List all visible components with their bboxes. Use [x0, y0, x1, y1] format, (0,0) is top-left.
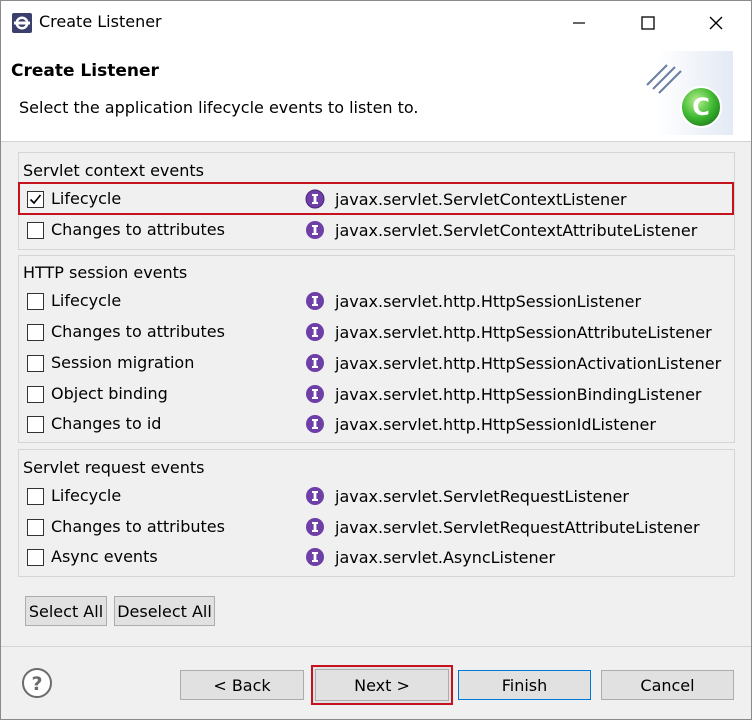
- banner-title: Create Listener: [11, 61, 159, 81]
- banner-description: Select the application lifecycle events …: [19, 98, 419, 117]
- event-row: Lifecycle javax.servlet.http.HttpSession…: [27, 289, 737, 317]
- close-icon: [709, 16, 723, 30]
- minimize-button[interactable]: [556, 1, 602, 45]
- deselect-all-button[interactable]: Deselect All: [114, 596, 215, 626]
- interface-name: javax.servlet.ServletRequestAttributeLis…: [335, 518, 700, 537]
- interface-icon: [306, 385, 324, 403]
- event-row: Changes to attributes javax.servlet.http…: [27, 320, 737, 348]
- event-label: Changes to attributes: [51, 322, 225, 341]
- event-label: Changes to id: [51, 414, 162, 433]
- interface-icon: [305, 189, 325, 209]
- event-row: Changes to id javax.servlet.http.HttpSes…: [27, 412, 737, 440]
- next-button-label: Next >: [315, 669, 449, 701]
- maximize-icon: [641, 16, 655, 30]
- event-label: Lifecycle: [51, 291, 122, 310]
- event-row: Lifecycle javax.servlet.ServletRequestLi…: [27, 484, 737, 512]
- interface-icon: [306, 323, 324, 341]
- event-label: Changes to attributes: [51, 220, 225, 239]
- wizard-banner: Create Listener Select the application l…: [1, 45, 751, 142]
- lifecycle-request-checkbox[interactable]: [27, 488, 44, 505]
- interface-name: javax.servlet.ServletContextListener: [335, 190, 627, 209]
- checkmark-icon: [29, 194, 42, 205]
- lifecycle-context-checkbox[interactable]: [27, 191, 44, 208]
- maximize-button[interactable]: [625, 1, 671, 45]
- finish-button[interactable]: Finish: [458, 670, 591, 700]
- svg-text:C: C: [692, 93, 710, 121]
- event-label: Object binding: [51, 384, 168, 403]
- interface-icon: [306, 518, 324, 536]
- attributes-context-checkbox[interactable]: [27, 222, 44, 239]
- title-bar: Create Listener: [1, 1, 751, 45]
- wizard-class-icon: C: [646, 51, 733, 135]
- svg-text:?: ?: [31, 673, 42, 695]
- event-row: Session migration javax.servlet.http.Htt…: [27, 351, 737, 379]
- interface-name: javax.servlet.AsyncListener: [335, 548, 556, 567]
- interface-icon: [306, 415, 324, 433]
- interface-name: javax.servlet.http.HttpSessionIdListener: [335, 415, 656, 434]
- changes-to-id-checkbox[interactable]: [27, 416, 44, 433]
- event-row: Lifecycle javax.servlet.ServletContextLi…: [27, 187, 737, 215]
- object-binding-checkbox[interactable]: [27, 386, 44, 403]
- minimize-icon: [573, 22, 585, 24]
- event-label: Async events: [51, 547, 158, 566]
- lifecycle-session-checkbox[interactable]: [27, 293, 44, 310]
- event-label: Lifecycle: [51, 189, 122, 208]
- interface-name: javax.servlet.http.HttpSessionActivation…: [335, 354, 722, 373]
- group-label-servlet-context: Servlet context events: [23, 161, 204, 180]
- interface-name: javax.servlet.ServletRequestListener: [335, 487, 629, 506]
- interface-icon: [306, 548, 324, 566]
- window-title: Create Listener: [39, 12, 162, 31]
- help-icon[interactable]: ?: [21, 667, 53, 699]
- interface-icon: [306, 487, 324, 505]
- group-label-servlet-request: Servlet request events: [23, 458, 205, 477]
- async-events-checkbox[interactable]: [27, 549, 44, 566]
- interface-name: javax.servlet.http.HttpSessionBindingLis…: [335, 385, 702, 404]
- event-label: Lifecycle: [51, 486, 122, 505]
- group-label-http-session: HTTP session events: [23, 263, 188, 282]
- eclipse-app-icon: [12, 13, 32, 33]
- next-button[interactable]: Next >: [311, 665, 453, 705]
- interface-icon: [306, 354, 324, 372]
- footer-separator: [1, 646, 751, 647]
- event-row: Changes to attributes javax.servlet.Serv…: [27, 515, 737, 543]
- attributes-request-checkbox[interactable]: [27, 519, 44, 536]
- create-listener-dialog: Create Listener Create Listener Select t…: [0, 0, 752, 720]
- event-row: Object binding javax.servlet.http.HttpSe…: [27, 382, 737, 410]
- select-all-button[interactable]: Select All: [25, 596, 107, 626]
- event-label: Changes to attributes: [51, 517, 225, 536]
- interface-name: javax.servlet.http.HttpSessionListener: [335, 292, 642, 311]
- cancel-button[interactable]: Cancel: [601, 670, 734, 700]
- interface-icon: [306, 292, 324, 310]
- session-migration-checkbox[interactable]: [27, 355, 44, 372]
- interface-icon: [306, 221, 324, 239]
- attributes-session-checkbox[interactable]: [27, 324, 44, 341]
- event-label: Session migration: [51, 353, 195, 372]
- close-button[interactable]: [693, 1, 739, 45]
- back-button[interactable]: < Back: [180, 670, 304, 700]
- interface-name: javax.servlet.ServletContextAttributeLis…: [335, 221, 698, 240]
- interface-name: javax.servlet.http.HttpSessionAttributeL…: [335, 323, 712, 342]
- event-row: Async events javax.servlet.AsyncListener: [27, 545, 737, 573]
- event-row: Changes to attributes javax.servlet.Serv…: [27, 218, 737, 246]
